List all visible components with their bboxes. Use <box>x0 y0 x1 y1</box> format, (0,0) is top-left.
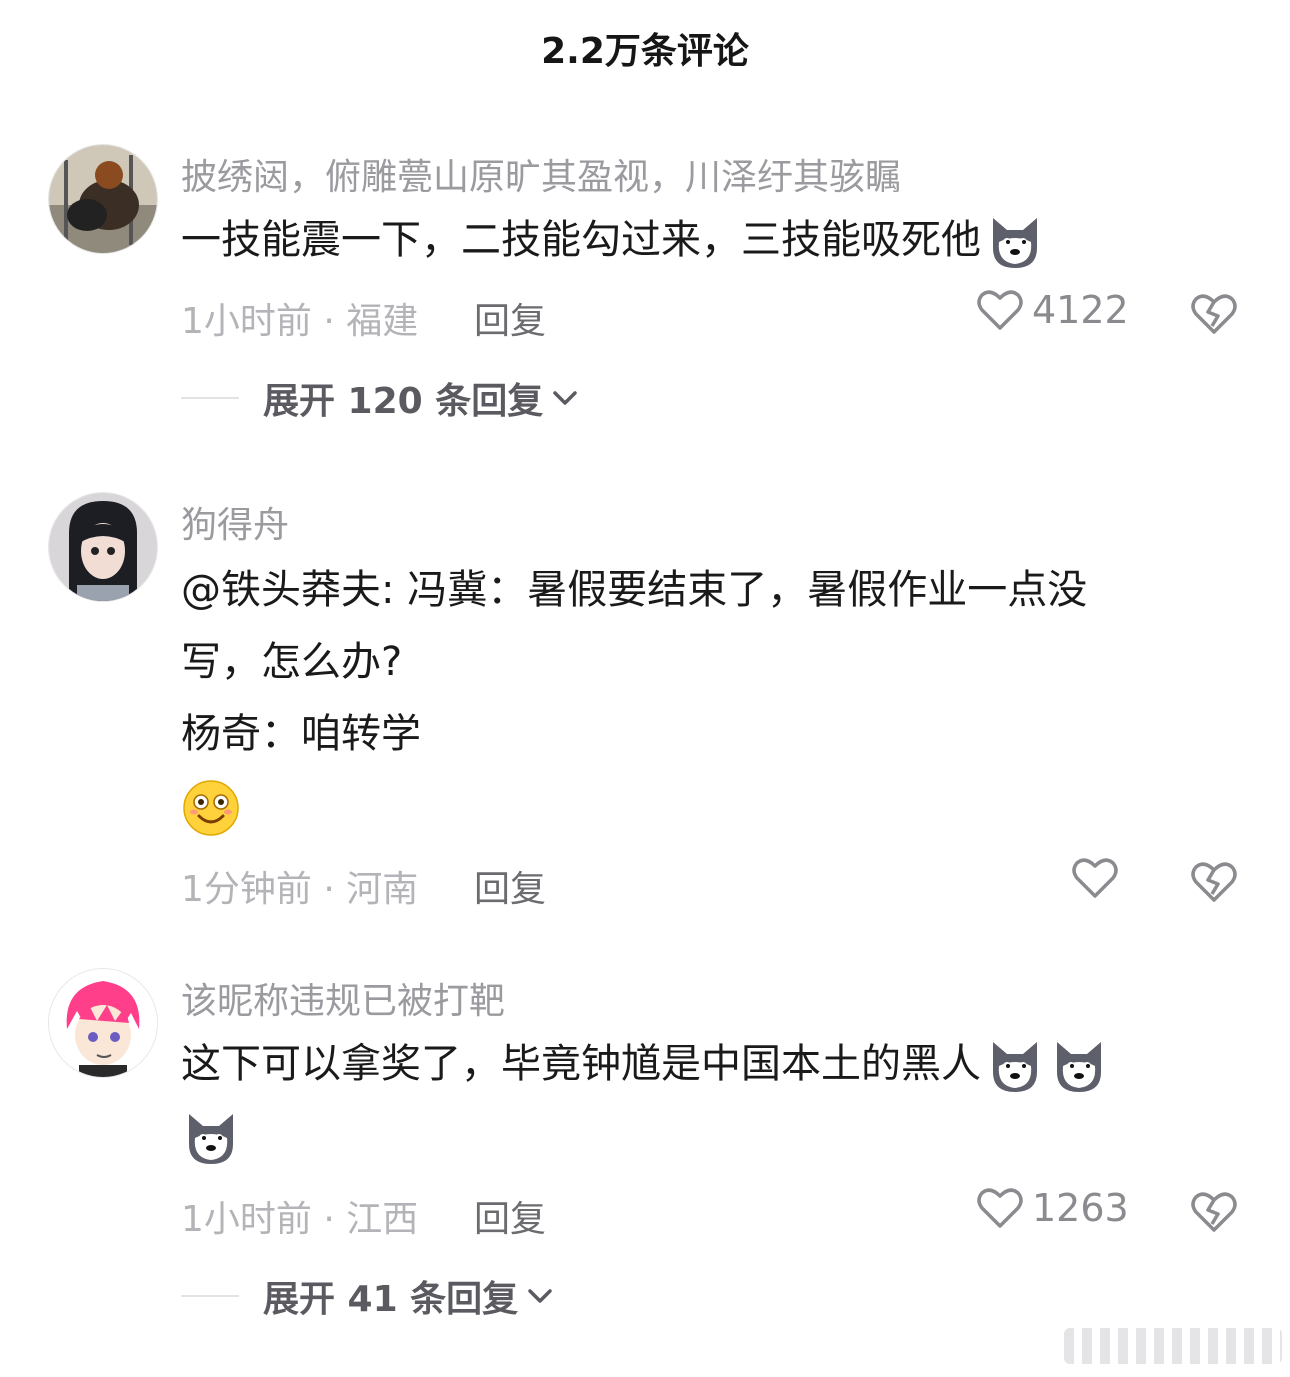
like-button[interactable] <box>1071 856 1119 900</box>
watermark <box>1064 1328 1282 1364</box>
comment-text-line: 写，怎么办? <box>181 639 403 685</box>
reply-button[interactable]: 回复 <box>474 292 546 344</box>
broken-heart-icon[interactable] <box>1190 858 1238 904</box>
expand-replies-button[interactable]: 展开 120 条回复 <box>181 372 579 424</box>
avatar[interactable] <box>48 492 158 602</box>
comments-count-title: 2.2万条评论 <box>541 31 749 72</box>
comment-username[interactable]: 狗得舟 <box>181 496 289 548</box>
comment-text-line: @铁头莽夫: 冯冀：暑假要结束了，暑假作业一点没 <box>181 567 1088 613</box>
comment-emoji-line <box>181 778 241 838</box>
comment-text: 一技能震一下，二技能勾过来，三技能吸死他 <box>181 212 1045 272</box>
husky-emoji-icon <box>181 1108 241 1168</box>
divider <box>181 1295 239 1297</box>
husky-emoji-icon <box>985 1036 1045 1096</box>
expand-replies-label: 展开 120 条回复 <box>263 381 544 422</box>
comment-text-line: 这下可以拿奖了，毕竟钟馗是中国本土的黑人 <box>181 1041 981 1087</box>
reply-button[interactable]: 回复 <box>474 860 546 912</box>
heart-outline-icon <box>977 1188 1023 1228</box>
comment-emoji-line <box>181 1108 241 1168</box>
chevron-down-icon <box>528 1289 552 1303</box>
divider <box>181 397 239 399</box>
husky-emoji-icon <box>1049 1036 1109 1096</box>
expand-replies-label: 展开 41 条回复 <box>263 1279 519 1320</box>
expand-replies-button[interactable]: 展开 41 条回复 <box>181 1270 554 1322</box>
heart-outline-icon <box>1072 858 1118 898</box>
comment-time-location: 1分钟前 · 河南 <box>181 869 419 910</box>
comment-username[interactable]: 披绣闼，俯雕甍山原旷其盈视，川泽纡其骇瞩 <box>181 148 901 200</box>
avatar[interactable] <box>48 968 158 1078</box>
broken-heart-icon[interactable] <box>1190 290 1238 336</box>
chevron-down-icon <box>553 391 577 405</box>
smiling-emoji-icon <box>181 778 241 838</box>
comment-time-location: 1小时前 · 福建 <box>181 301 419 342</box>
like-count: 1263 <box>1032 1186 1129 1230</box>
like-button[interactable]: 4122 <box>976 288 1129 332</box>
comment-text: 这下可以拿奖了，毕竟钟馗是中国本土的黑人 <box>181 1036 1109 1096</box>
comment-text-line: 一技能震一下，二技能勾过来，三技能吸死他 <box>181 217 981 263</box>
husky-emoji-icon <box>985 212 1045 272</box>
reply-button[interactable]: 回复 <box>474 1190 546 1242</box>
comment-time-location: 1小时前 · 江西 <box>181 1199 419 1240</box>
comment-username[interactable]: 该昵称违规已被打靶 <box>181 972 505 1024</box>
heart-outline-icon <box>977 290 1023 330</box>
like-button[interactable]: 1263 <box>976 1186 1129 1230</box>
broken-heart-icon[interactable] <box>1190 1188 1238 1234</box>
avatar[interactable] <box>48 144 158 254</box>
comment-text-line: 杨奇：咱转学 <box>181 711 421 757</box>
like-count: 4122 <box>1032 288 1129 332</box>
